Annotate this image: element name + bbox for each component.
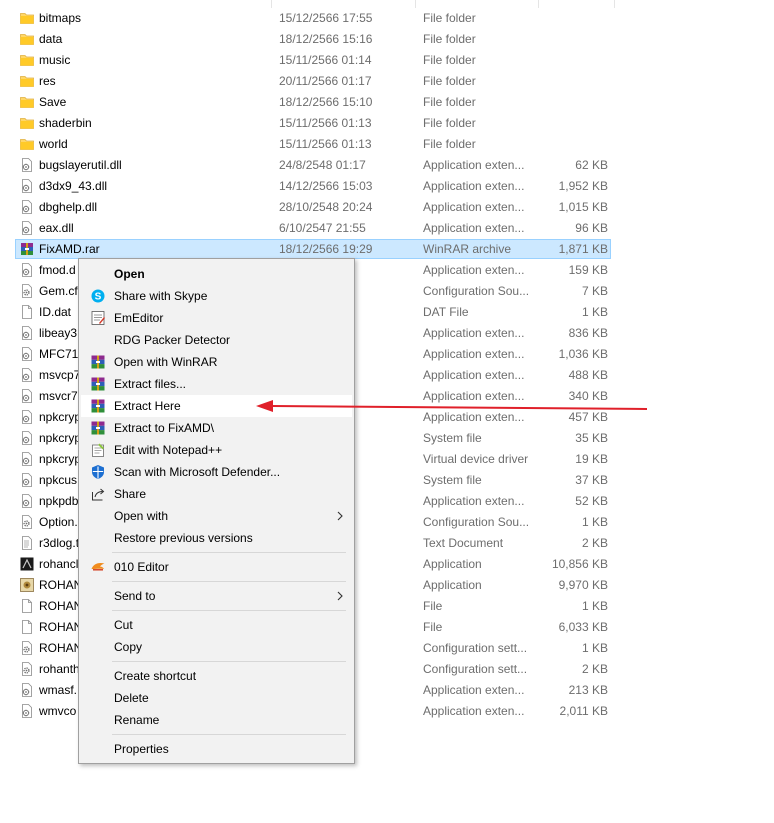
annotation-arrow bbox=[256, 400, 648, 412]
